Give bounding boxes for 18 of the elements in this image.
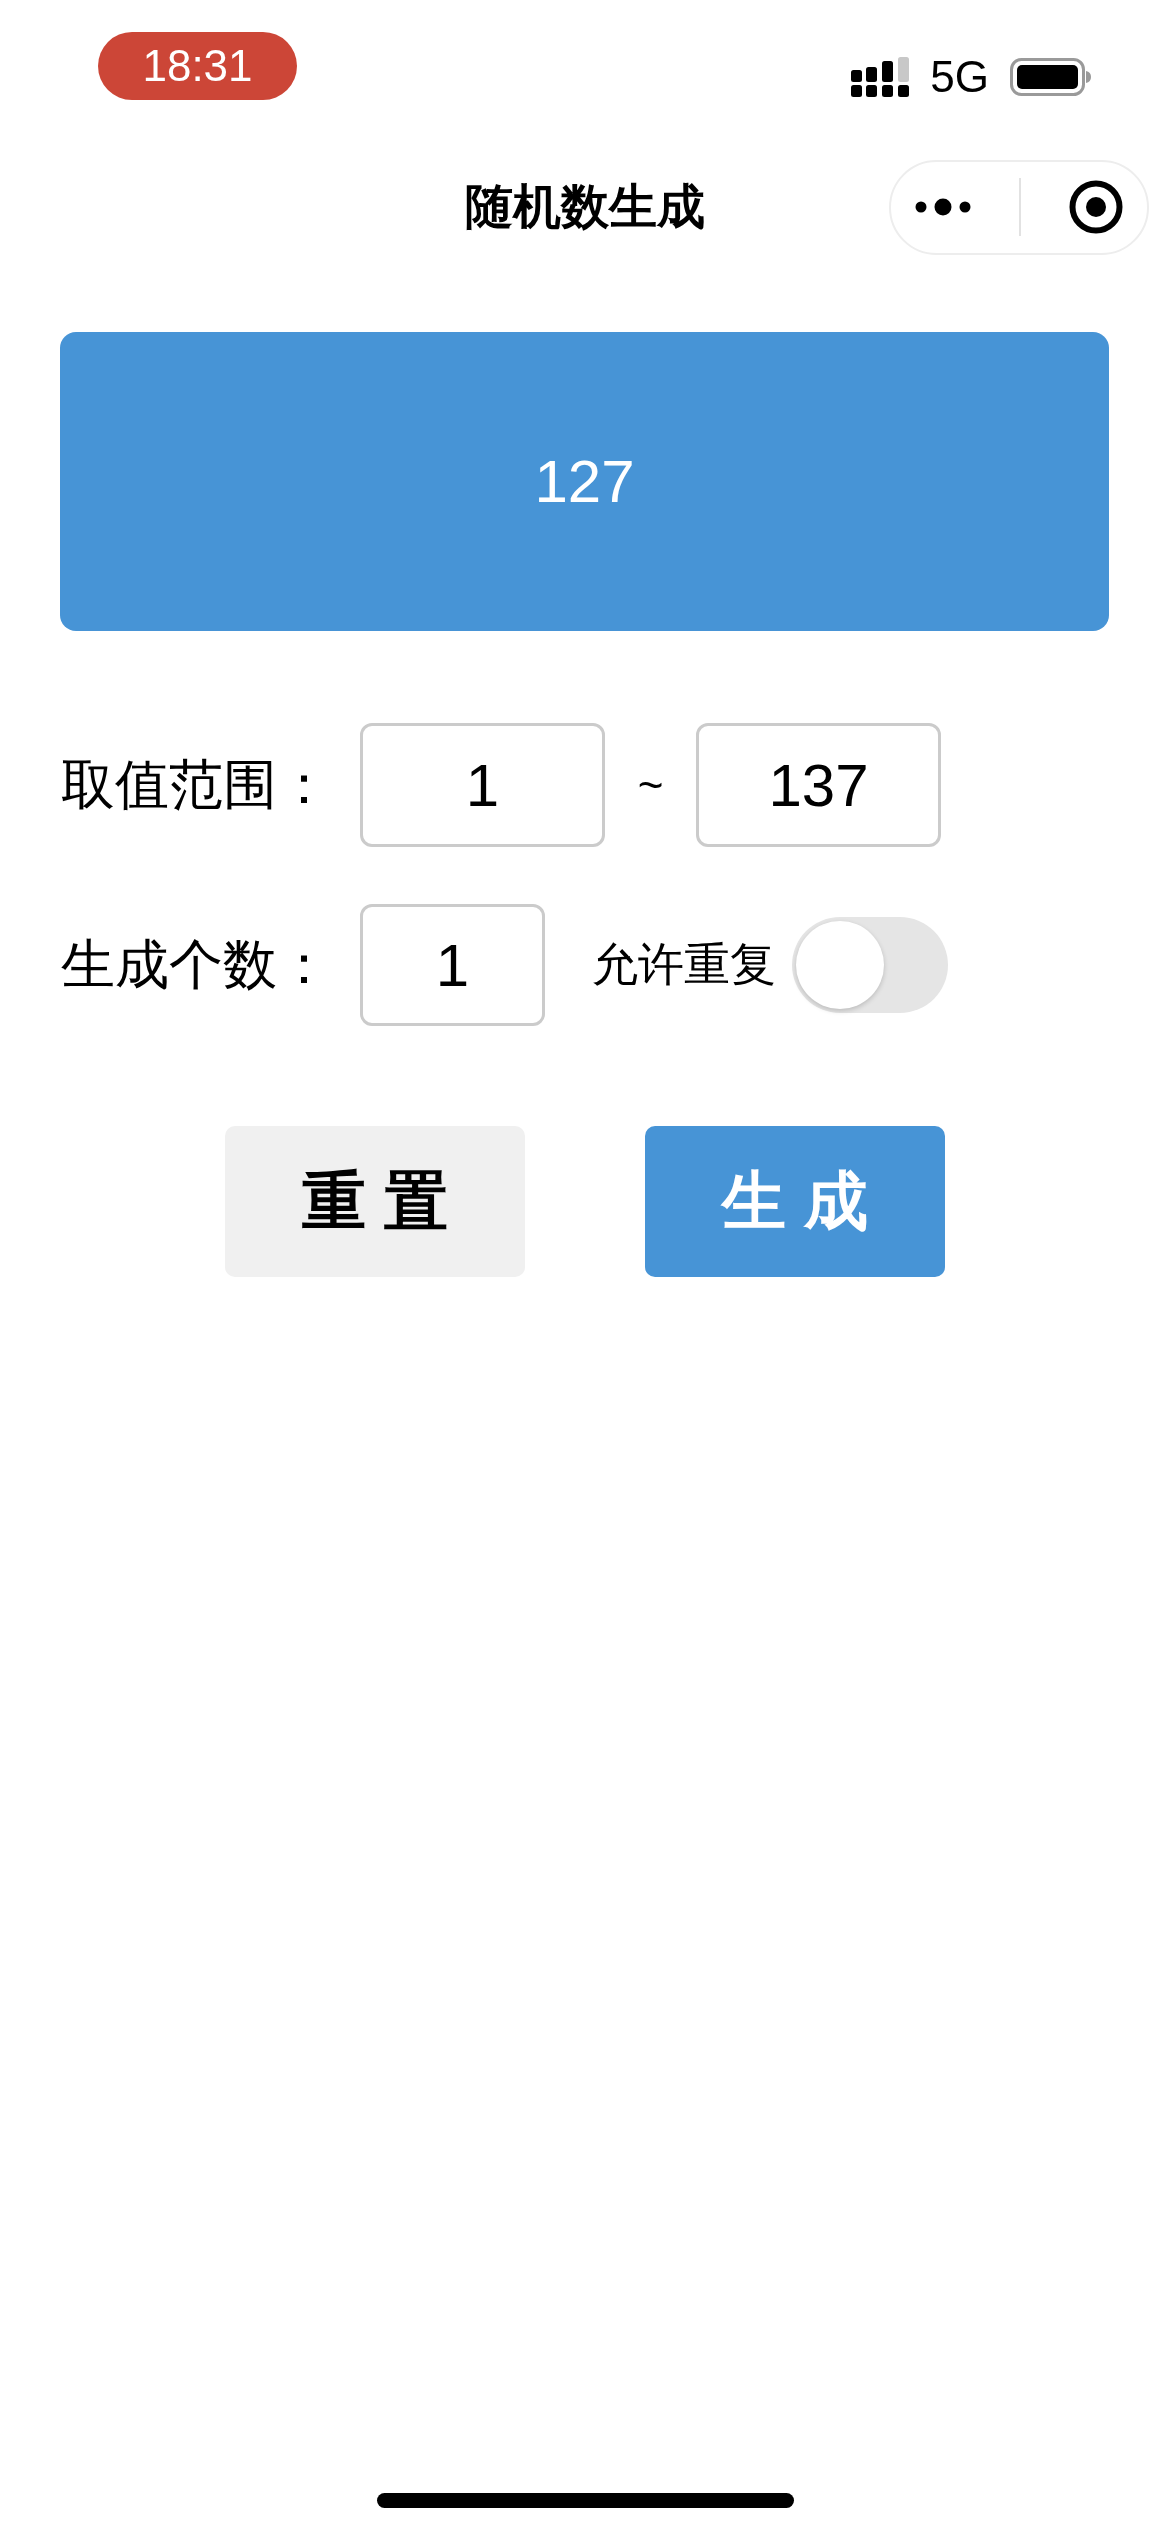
time-pill: 18:31 bbox=[98, 32, 297, 100]
toggle-label: 允许重复 bbox=[592, 937, 776, 992]
max-input[interactable]: 137 bbox=[696, 723, 941, 847]
page-title: 随机数生成 bbox=[465, 179, 705, 235]
field-label: 取值范围： bbox=[61, 752, 332, 816]
network-label: 5G bbox=[930, 56, 989, 98]
close-button[interactable] bbox=[1069, 180, 1123, 234]
reset-button[interactable]: 重 置 bbox=[225, 1126, 525, 1277]
result-value: 127 bbox=[534, 447, 635, 516]
battery-icon bbox=[1010, 58, 1091, 96]
field-label: 生成个数： bbox=[61, 932, 332, 996]
target-icon bbox=[1069, 180, 1123, 234]
more-button[interactable] bbox=[915, 198, 971, 216]
more-icon bbox=[915, 198, 971, 216]
signal-icon bbox=[851, 57, 910, 97]
min-input[interactable]: 1 bbox=[360, 723, 605, 847]
count-input[interactable]: 1 bbox=[360, 904, 545, 1026]
range-separator: ~ bbox=[636, 760, 665, 810]
